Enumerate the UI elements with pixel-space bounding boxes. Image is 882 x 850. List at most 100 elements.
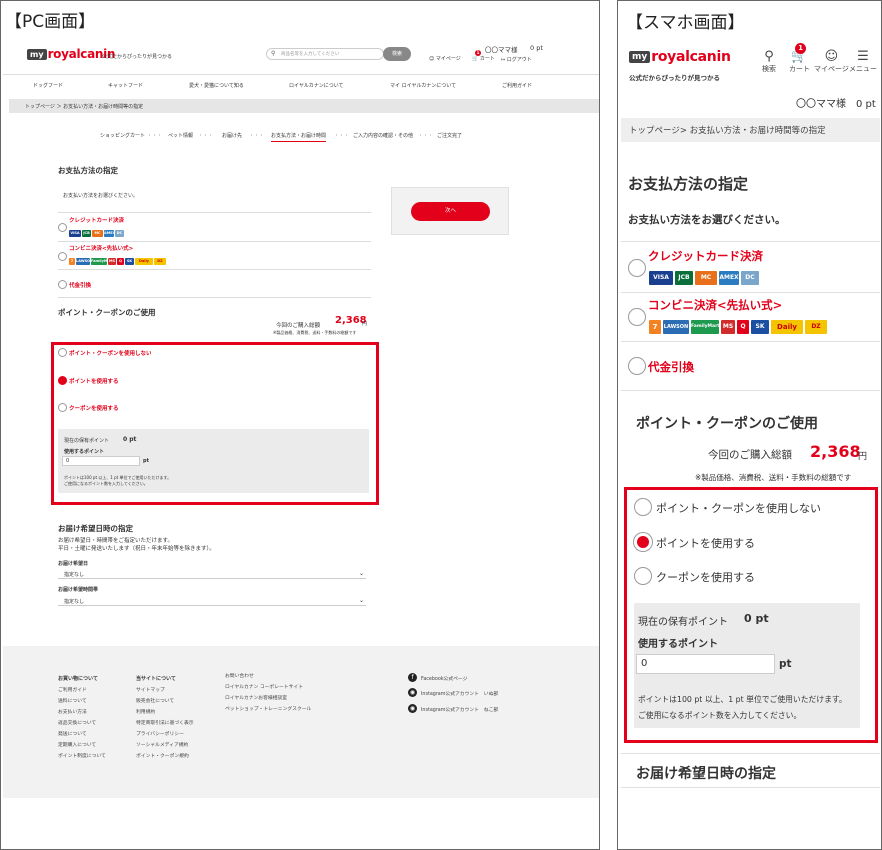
footer-link[interactable]: 販売会社について [136, 697, 174, 704]
points-note-2: ご使用になるポイント数を入力してください。 [638, 711, 802, 720]
nav-about-royalcanin[interactable]: ロイヤルカナンについて [289, 82, 344, 89]
step-complete: ご注文完了 [437, 133, 463, 139]
seven-eleven-icon: 7 [69, 258, 75, 265]
footer-link[interactable]: ソーシャルメディア規約 [136, 741, 188, 748]
radio-cod[interactable] [628, 357, 646, 375]
opt-none-label[interactable]: ポイント・クーポンを使用しない [656, 500, 821, 516]
search-button[interactable]: ⚲ 検索 [762, 50, 776, 74]
mastercard-icon: MC [92, 230, 103, 237]
cart-label: カート [479, 56, 495, 62]
chevron-down-icon: ⌄ [358, 597, 364, 604]
dc-icon: DC [115, 230, 124, 237]
footer-link[interactable]: ご利用ガイド [58, 686, 87, 693]
footer-link[interactable]: お問い合わせ [225, 672, 254, 679]
nav-guide[interactable]: ご利用ガイド [502, 82, 532, 89]
nav-dog-food[interactable]: ドッグフード [33, 82, 63, 89]
site-logo[interactable]: my royalcanin [629, 49, 731, 65]
conbini-label[interactable]: コンビニ決済<先払い式> [69, 244, 133, 252]
step-separator: ・・・ [198, 133, 214, 139]
mypage-link[interactable]: ☺ マイページ [429, 55, 461, 62]
footer-link[interactable]: ポイント・クーポン規約 [136, 752, 189, 759]
radio-use-points-selected[interactable] [634, 533, 652, 551]
use-label: 使用するポイント [64, 449, 105, 455]
time-select[interactable]: 指定なし ⌄ [58, 596, 366, 606]
opt-points-label[interactable]: ポイントを使用する [69, 377, 119, 385]
footer-link[interactable]: 定期購入について [58, 741, 96, 748]
points-input[interactable]: 0 [62, 456, 140, 466]
search-label: 検索 [762, 65, 776, 73]
opt-points-label[interactable]: ポイントを使用する [656, 535, 755, 551]
divider [58, 297, 371, 298]
footer-link[interactable]: ロイヤルカナンお客様相談室 [225, 694, 287, 701]
visa-icon: VISA [649, 271, 673, 285]
credit-label[interactable]: クレジットカード決済 [648, 248, 763, 264]
instagram-icon[interactable]: ◉ [408, 704, 417, 713]
payment-prompt: お支払い方法をお選びください。 [63, 193, 139, 199]
step-separator: ・・・ [147, 133, 163, 139]
cart-link[interactable]: 🛒 カート [472, 55, 495, 62]
use-unit: pt [779, 658, 792, 670]
footer-link[interactable]: 利用規約 [136, 708, 155, 715]
nav-about-pets[interactable]: 愛犬・愛猫について知る [189, 82, 244, 89]
search-input[interactable]: ⚲ 商品名等を入力してください [266, 48, 384, 60]
menu-button[interactable]: ☰ メニュー [849, 50, 877, 74]
logo-my: my [629, 51, 651, 63]
q-icon: Q [737, 320, 749, 334]
total-label: 今回のご購入総額 [708, 449, 792, 461]
sp-panel-label: 【スマホ画面】 [626, 13, 745, 33]
credit-label[interactable]: クレジットカード決済 [69, 216, 124, 224]
points-input[interactable]: 0 [636, 654, 775, 674]
next-button[interactable]: 次へ [411, 202, 490, 221]
radio-no-points[interactable] [58, 348, 67, 357]
credit-card-logos: VISA JCB MC AMEX DC [649, 271, 759, 285]
radio-credit[interactable] [628, 259, 646, 277]
footer-col1-title: お買い物について [58, 676, 98, 682]
divider [621, 753, 880, 754]
footer-link[interactable]: 送料について [58, 697, 87, 704]
divider [621, 390, 880, 391]
opt-none-label[interactable]: ポイント・クーポンを使用しない [69, 349, 152, 357]
radio-use-points-selected[interactable] [58, 376, 67, 385]
jcb-icon: JCB [675, 271, 693, 285]
radio-cod[interactable] [58, 280, 67, 289]
conbini-label[interactable]: コンビニ決済<先払い式> [648, 297, 782, 313]
cod-label[interactable]: 代金引換 [69, 281, 91, 289]
footer-link[interactable]: お支払い方法 [58, 708, 87, 715]
logo-my: my [27, 48, 47, 60]
logout-link[interactable]: ↦ ログアウト [501, 56, 532, 63]
footer-link[interactable]: プライバシーポリシー [136, 730, 184, 737]
search-button[interactable]: 検索 [383, 47, 411, 61]
footer-link[interactable]: 返品交換について [58, 719, 96, 726]
instagram-cat-link[interactable]: Instagram公式アカウント ねこ部 [421, 706, 498, 713]
facebook-icon[interactable]: f [408, 673, 417, 682]
footer-link[interactable]: ポイント制度について [58, 752, 106, 759]
mypage-label: マイページ [814, 65, 849, 73]
instagram-icon[interactable]: ◉ [408, 688, 417, 697]
opt-coupon-label[interactable]: クーポンを使用する [69, 404, 119, 412]
nav-about-myroyalcanin[interactable]: マイ ロイヤルカナンについて [390, 82, 456, 89]
radio-use-coupon[interactable] [634, 567, 652, 585]
footer-link[interactable]: サイトマップ [136, 686, 165, 693]
radio-use-coupon[interactable] [58, 403, 67, 412]
use-unit: pt [143, 458, 149, 464]
menu-label: メニュー [849, 65, 877, 73]
radio-no-points[interactable] [634, 498, 652, 516]
divider [621, 241, 880, 242]
date-select[interactable]: 指定なし ⌄ [58, 569, 366, 579]
footer-link[interactable]: ペットショップ・トレーニングスクール [225, 705, 311, 712]
points-title: ポイント・クーポンのご使用 [58, 308, 156, 317]
instagram-dog-link[interactable]: Instagram公式アカウント いぬ部 [421, 690, 498, 697]
radio-conbini[interactable] [58, 252, 67, 261]
facebook-link[interactable]: Facebook公式ページ [421, 675, 467, 682]
radio-credit[interactable] [58, 223, 67, 232]
mypage-button[interactable]: ☺ マイページ [814, 50, 849, 74]
breadcrumb: トップページ ＞ お支払い方法・お届け時間等の指定 [9, 99, 599, 113]
nav-cat-food[interactable]: キャットフード [108, 82, 143, 89]
footer-link[interactable]: 特定商取引法に基づく表示 [136, 719, 194, 726]
radio-conbini[interactable] [628, 308, 646, 326]
footer-link[interactable]: 発送について [58, 730, 87, 737]
opt-coupon-label[interactable]: クーポンを使用する [656, 569, 755, 585]
held-label: 現在の保有ポイント [64, 438, 110, 444]
cod-label[interactable]: 代金引換 [648, 359, 694, 375]
footer-link[interactable]: ロイヤルカナン コーポレートサイト [225, 683, 303, 690]
